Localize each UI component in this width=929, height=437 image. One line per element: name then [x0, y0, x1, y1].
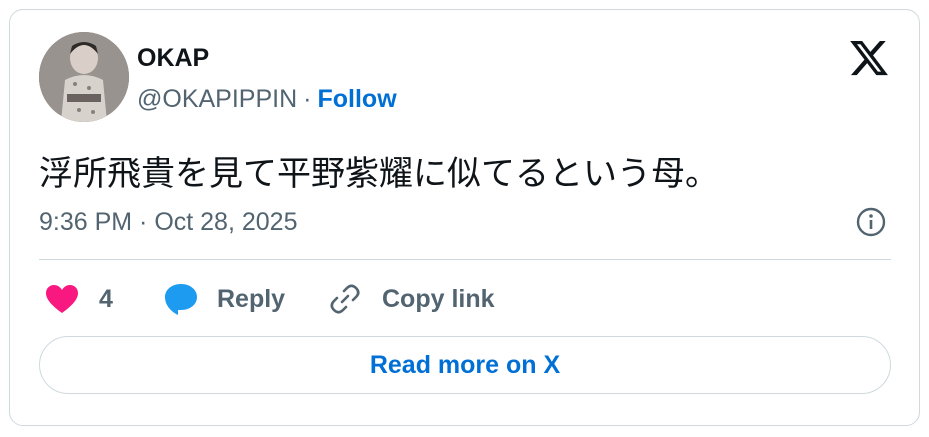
reply-label: Reply [217, 284, 286, 313]
divider [39, 259, 891, 260]
reply-button[interactable]: Reply [163, 281, 285, 317]
info-icon[interactable] [855, 206, 887, 238]
author-handle-row: @OKAPIPPIN · Follow [137, 85, 397, 114]
x-logo-icon[interactable] [848, 37, 890, 79]
tweet-timestamp[interactable]: 9:36 PM · Oct 28, 2025 [39, 208, 297, 237]
author-handle[interactable]: @OKAPIPPIN [137, 85, 297, 113]
link-icon [328, 282, 362, 316]
copy-link-button[interactable]: Copy link [328, 281, 495, 317]
like-button[interactable]: 4 [45, 281, 113, 317]
copy-link-label: Copy link [382, 284, 495, 313]
author-name[interactable]: OKAP [137, 44, 209, 73]
heart-icon [45, 284, 79, 314]
read-more-button[interactable]: Read more on X [39, 336, 891, 394]
avatar[interactable] [39, 32, 129, 122]
like-count: 4 [99, 284, 113, 313]
tweet-text: 浮所飛貴を見て平野紫耀に似てるという母。 [39, 154, 719, 194]
separator-dot: · [303, 85, 312, 113]
speech-bubble-icon [163, 282, 199, 316]
follow-button[interactable]: Follow [317, 85, 396, 113]
